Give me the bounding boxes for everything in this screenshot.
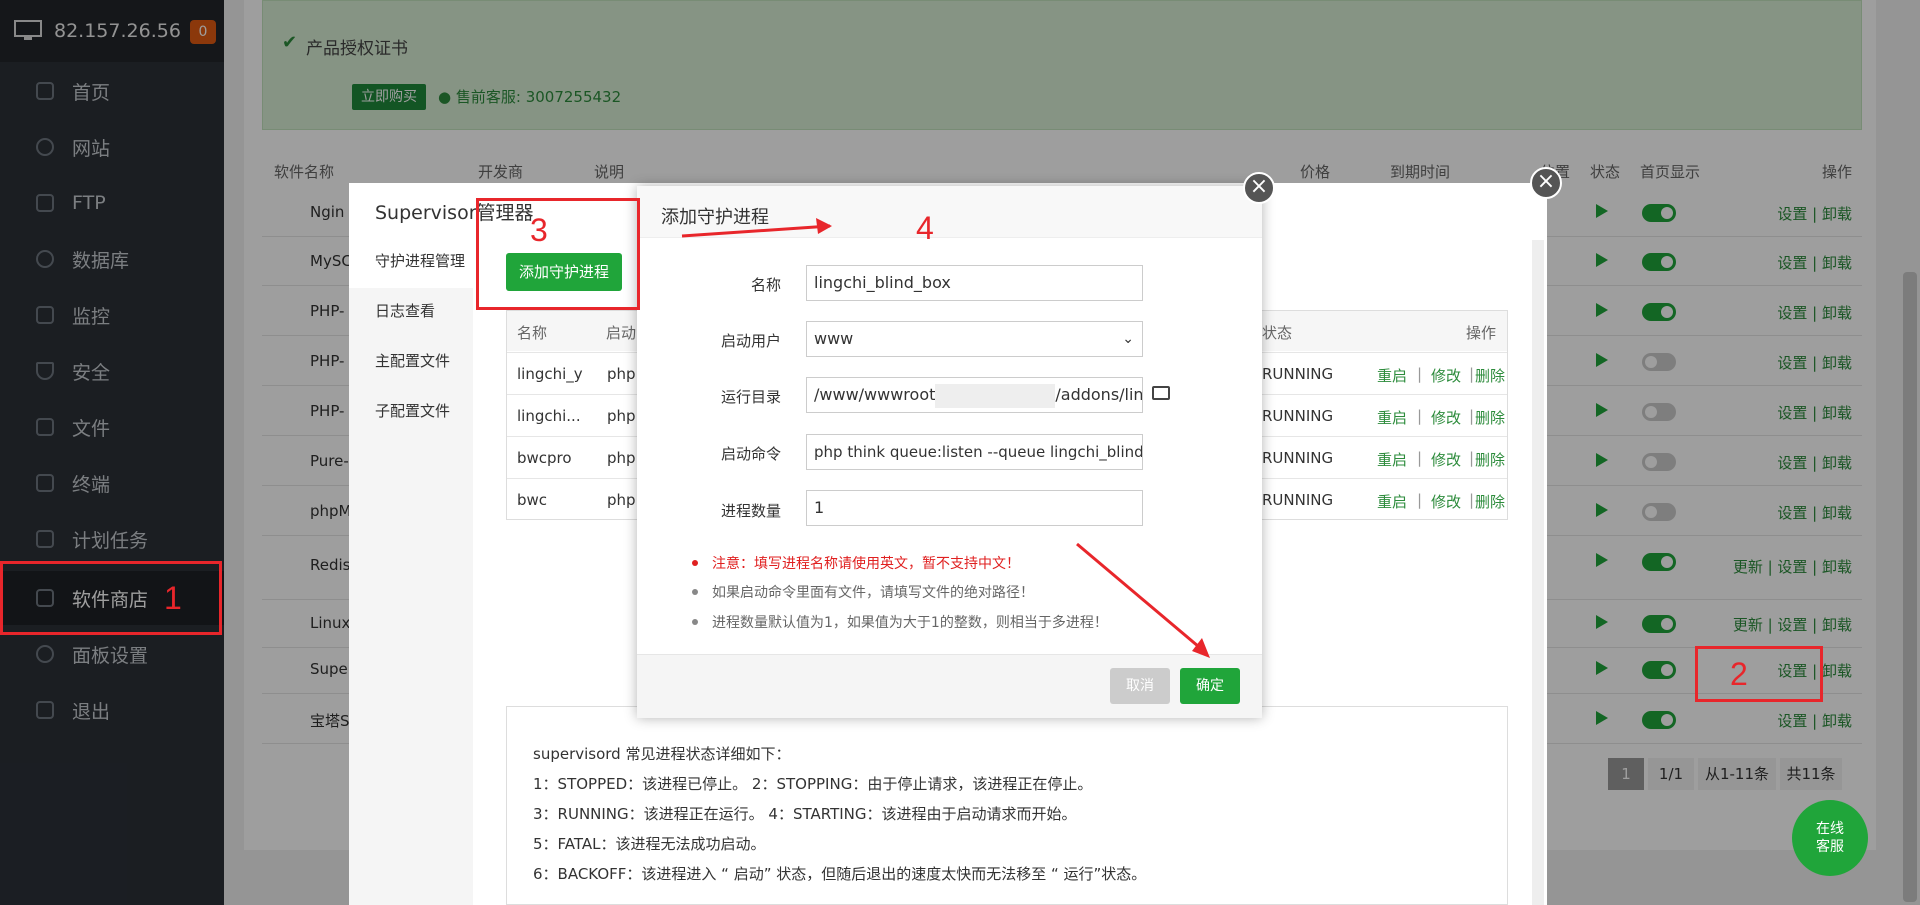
arrow-head [816,218,832,234]
annotation-arrows [681,218,1210,658]
annotation-arrow [681,224,831,238]
annotation-arrow [1076,542,1206,654]
chat-label: 在线客服 [1816,821,1844,855]
arrow-head [1192,638,1210,658]
online-support-button[interactable]: 在线客服 [1792,800,1868,876]
